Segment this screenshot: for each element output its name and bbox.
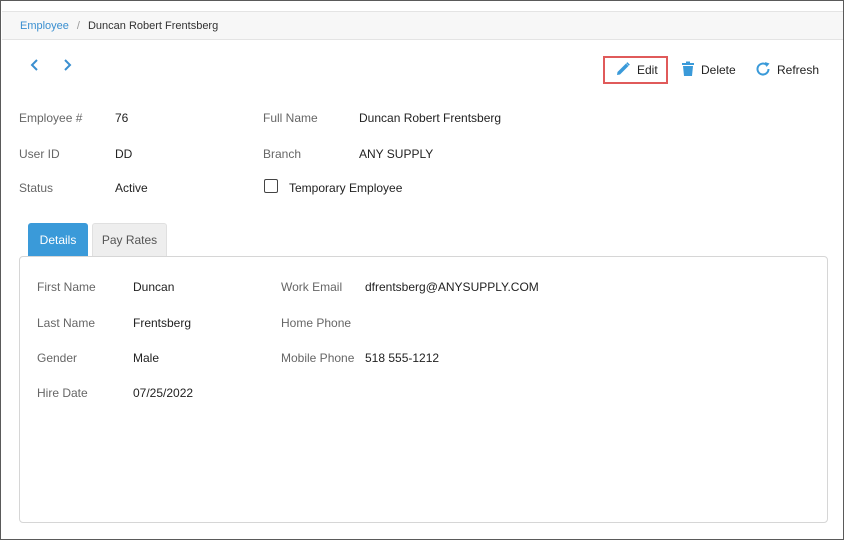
chevron-left-icon[interactable] xyxy=(26,58,44,76)
breadcrumb-separator: / xyxy=(76,19,80,32)
status-label: Status xyxy=(19,181,54,195)
employee-record-window: Employee / Duncan Robert Frentsberg Edit… xyxy=(0,0,844,540)
temporary-employee-label: Temporary Employee xyxy=(289,181,403,195)
details-panel: First Name Duncan Work Email dfrentsberg… xyxy=(19,256,828,523)
employee-number-label: Employee # xyxy=(19,111,83,125)
chevron-right-icon[interactable] xyxy=(58,58,76,76)
branch-label: Branch xyxy=(263,147,302,161)
full-name-label: Full Name xyxy=(263,111,318,125)
last-name-value: Frentsberg xyxy=(133,316,192,330)
gender-label: Gender xyxy=(37,351,78,365)
mobile-phone-label: Mobile Phone xyxy=(281,351,355,365)
edit-button-label: Edit xyxy=(637,63,658,77)
home-phone-label: Home Phone xyxy=(281,316,352,330)
full-name-value: Duncan Robert Frentsberg xyxy=(359,111,502,125)
first-name-label: First Name xyxy=(37,280,96,294)
pencil-icon xyxy=(615,61,631,80)
gender-value: Male xyxy=(133,351,160,365)
edit-button[interactable]: Edit xyxy=(603,56,668,84)
delete-button-label: Delete xyxy=(701,63,736,77)
first-name-value: Duncan xyxy=(133,280,175,294)
temporary-employee-checkbox[interactable] xyxy=(264,179,278,193)
tab-pay-rates[interactable]: Pay Rates xyxy=(92,223,167,256)
work-email-value: dfrentsberg@ANYSUPPLY.COM xyxy=(365,280,539,294)
refresh-button-label: Refresh xyxy=(777,63,820,77)
tab-details-label: Details xyxy=(39,232,77,247)
user-id-label: User ID xyxy=(19,147,60,161)
delete-button[interactable]: Delete xyxy=(681,56,736,84)
branch-value: ANY SUPPLY xyxy=(359,147,434,161)
tab-details[interactable]: Details xyxy=(28,223,88,256)
breadcrumb-employee-link[interactable]: Employee xyxy=(20,20,69,32)
tab-pay-rates-label: Pay Rates xyxy=(101,233,158,247)
mobile-phone-value: 518 555-1212 xyxy=(365,351,440,365)
work-email-label: Work Email xyxy=(281,280,343,294)
refresh-icon xyxy=(755,61,771,80)
hire-date-label: Hire Date xyxy=(37,386,88,400)
employee-number-value: 76 xyxy=(115,111,129,125)
breadcrumb: Employee / Duncan Robert Frentsberg xyxy=(2,11,843,40)
last-name-label: Last Name xyxy=(37,316,96,330)
trash-icon xyxy=(681,61,695,80)
refresh-button[interactable]: Refresh xyxy=(755,56,819,84)
hire-date-value: 07/25/2022 xyxy=(133,386,194,400)
status-value: Active xyxy=(115,181,148,195)
breadcrumb-current: Duncan Robert Frentsberg xyxy=(87,19,219,32)
user-id-value: DD xyxy=(115,147,133,161)
